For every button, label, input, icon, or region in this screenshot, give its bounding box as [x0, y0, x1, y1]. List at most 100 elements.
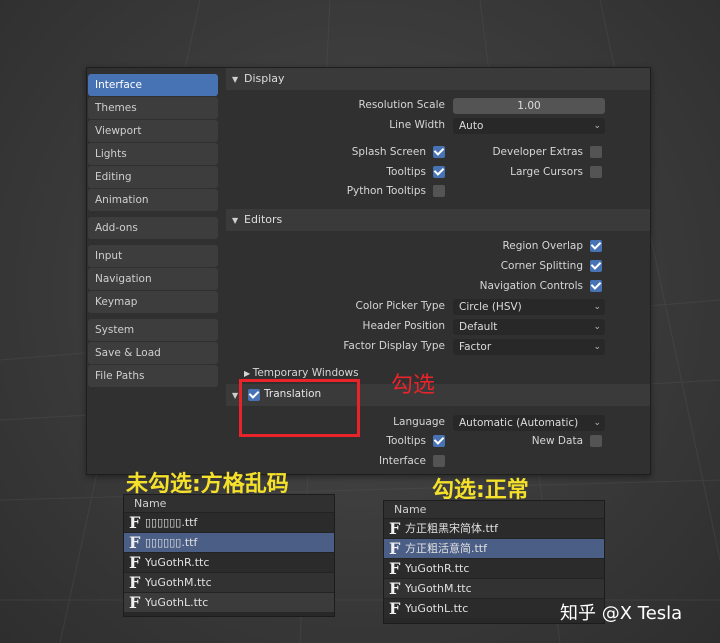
list-item[interactable]: F YuGothM.ttc: [384, 578, 604, 598]
preferences-sidebar: Interface Themes Viewport Lights Editing…: [87, 74, 218, 393]
file-name: YuGothM.ttc: [145, 576, 212, 589]
developer-extras-checkbox[interactable]: [590, 146, 602, 158]
resolution-scale-field[interactable]: 1.00: [453, 98, 605, 114]
sidebar-item-animation[interactable]: Animation: [88, 189, 218, 211]
collapsed-triangle-icon: ▶: [244, 369, 253, 378]
splash-screen-label: Splash Screen: [351, 146, 426, 158]
chevron-down-icon: ⌄: [593, 302, 601, 312]
tooltips-label: Tooltips: [386, 166, 426, 178]
file-name: YuGothL.ttc: [405, 602, 469, 615]
list-item[interactable]: F 方正粗活意简.ttf: [384, 538, 604, 558]
sidebar-item-system[interactable]: System: [88, 319, 218, 341]
splash-screen-checkbox[interactable]: [433, 146, 445, 158]
font-file-icon: F: [389, 539, 401, 558]
large-cursors-checkbox[interactable]: [590, 166, 602, 178]
sidebar-group-input: Input Navigation Keymap: [87, 245, 218, 313]
font-file-icon: F: [129, 573, 141, 592]
header-position-label: Header Position: [362, 320, 445, 332]
sidebar-item-themes[interactable]: Themes: [88, 97, 218, 119]
font-file-icon: F: [129, 593, 141, 612]
chevron-down-icon: ⌄: [593, 418, 601, 428]
translation-interface-label: Interface: [378, 455, 426, 467]
large-cursors-label: Large Cursors: [510, 166, 583, 178]
sidebar-item-file-paths[interactable]: File Paths: [88, 365, 218, 387]
factor-display-type-dropdown[interactable]: Factor ⌄: [453, 339, 605, 355]
display-section-title: Display: [244, 72, 285, 85]
sidebar-group-main: Interface Themes Viewport Lights Editing…: [87, 74, 218, 211]
expand-triangle-icon: ▼: [232, 216, 239, 225]
list-item[interactable]: F YuGothR.ttc: [124, 552, 334, 572]
line-width-value: Auto: [459, 120, 484, 132]
sidebar-item-viewport[interactable]: Viewport: [88, 120, 218, 142]
factor-display-type-label: Factor Display Type: [343, 340, 445, 352]
font-list-unchecked: Name F ▯▯▯▯▯▯.ttf F ▯▯▯▯▯▯.ttf F YuGothR.tt…: [123, 494, 335, 617]
corner-splitting-checkbox[interactable]: [590, 260, 602, 272]
translation-tooltips-label: Tooltips: [386, 435, 426, 447]
factor-display-type-value: Factor: [459, 341, 492, 353]
list-item[interactable]: F ▯▯▯▯▯▯.ttf: [124, 512, 334, 532]
header-position-dropdown[interactable]: Default ⌄: [453, 319, 605, 335]
file-name: YuGothR.ttc: [405, 562, 470, 575]
corner-splitting-label: Corner Splitting: [500, 260, 583, 272]
list-item[interactable]: F 方正粗黑宋简体.ttf: [384, 518, 604, 538]
preferences-window: Interface Themes Viewport Lights Editing…: [86, 67, 651, 475]
editors-section-header[interactable]: ▼ Editors: [226, 209, 650, 231]
highlight-box: [239, 379, 360, 437]
python-tooltips-checkbox[interactable]: [433, 185, 445, 197]
font-file-icon: F: [389, 599, 401, 618]
sidebar-item-input[interactable]: Input: [88, 245, 218, 267]
language-label: Language: [393, 416, 445, 428]
line-width-dropdown[interactable]: Auto ⌄: [453, 118, 605, 134]
list-item[interactable]: F YuGothM.ttc: [124, 572, 334, 592]
sidebar-item-navigation[interactable]: Navigation: [88, 268, 218, 290]
list-item[interactable]: F ▯▯▯▯▯▯.ttf: [124, 532, 334, 552]
file-name: 方正粗黑宋简体.ttf: [405, 522, 498, 535]
developer-extras-label: Developer Extras: [492, 146, 583, 158]
check-annotation: 勾选: [391, 373, 436, 398]
file-name: YuGothM.ttc: [405, 582, 472, 595]
sidebar-item-keymap[interactable]: Keymap: [88, 291, 218, 313]
chevron-down-icon: ⌄: [593, 121, 601, 131]
sidebar-item-save-load[interactable]: Save & Load: [88, 342, 218, 364]
sidebar-group-addons: Add-ons: [87, 217, 218, 239]
list-item[interactable]: F YuGothR.ttc: [384, 558, 604, 578]
translation-interface-checkbox[interactable]: [433, 455, 445, 467]
sidebar-item-addons[interactable]: Add-ons: [88, 217, 218, 239]
color-picker-type-value: Circle (HSV): [459, 301, 522, 313]
new-data-label: New Data: [531, 435, 583, 447]
sidebar-item-editing[interactable]: Editing: [88, 166, 218, 188]
new-data-checkbox[interactable]: [590, 435, 602, 447]
sidebar-item-lights[interactable]: Lights: [88, 143, 218, 165]
region-overlap-label: Region Overlap: [502, 240, 583, 252]
line-width-label: Line Width: [389, 119, 445, 131]
expand-triangle-icon: ▼: [232, 75, 239, 84]
file-name: YuGothL.ttc: [145, 596, 209, 609]
translation-tooltips-checkbox[interactable]: [433, 435, 445, 447]
python-tooltips-label: Python Tooltips: [346, 185, 426, 197]
navigation-controls-checkbox[interactable]: [590, 280, 602, 292]
font-file-icon: F: [389, 579, 401, 598]
file-name: 方正粗活意简.ttf: [405, 542, 487, 555]
temporary-windows-label: Temporary Windows: [252, 367, 359, 379]
display-section-header[interactable]: ▼ Display: [226, 68, 650, 90]
font-file-icon: F: [129, 553, 141, 572]
color-picker-type-label: Color Picker Type: [355, 300, 445, 312]
file-name: ▯▯▯▯▯▯.ttf: [145, 536, 198, 549]
navigation-controls-label: Navigation Controls: [479, 280, 583, 292]
color-picker-type-dropdown[interactable]: Circle (HSV) ⌄: [453, 299, 605, 315]
sidebar-item-interface[interactable]: Interface: [88, 74, 218, 96]
font-file-icon: F: [389, 559, 401, 578]
temporary-windows-subpanel[interactable]: ▶ Temporary Windows: [244, 367, 359, 379]
file-name: YuGothR.ttc: [145, 556, 210, 569]
resolution-scale-label: Resolution Scale: [358, 99, 445, 111]
tooltips-checkbox[interactable]: [433, 166, 445, 178]
language-dropdown[interactable]: Automatic (Automatic) ⌄: [453, 415, 605, 431]
chevron-down-icon: ⌄: [593, 322, 601, 332]
language-value: Automatic (Automatic): [459, 417, 579, 429]
file-name: ▯▯▯▯▯▯.ttf: [145, 516, 198, 529]
region-overlap-checkbox[interactable]: [590, 240, 602, 252]
watermark: 知乎 @X Tesla: [560, 603, 683, 624]
editors-section-title: Editors: [244, 213, 283, 226]
list-item[interactable]: F YuGothL.ttc: [124, 592, 334, 612]
font-file-icon: F: [129, 533, 141, 552]
